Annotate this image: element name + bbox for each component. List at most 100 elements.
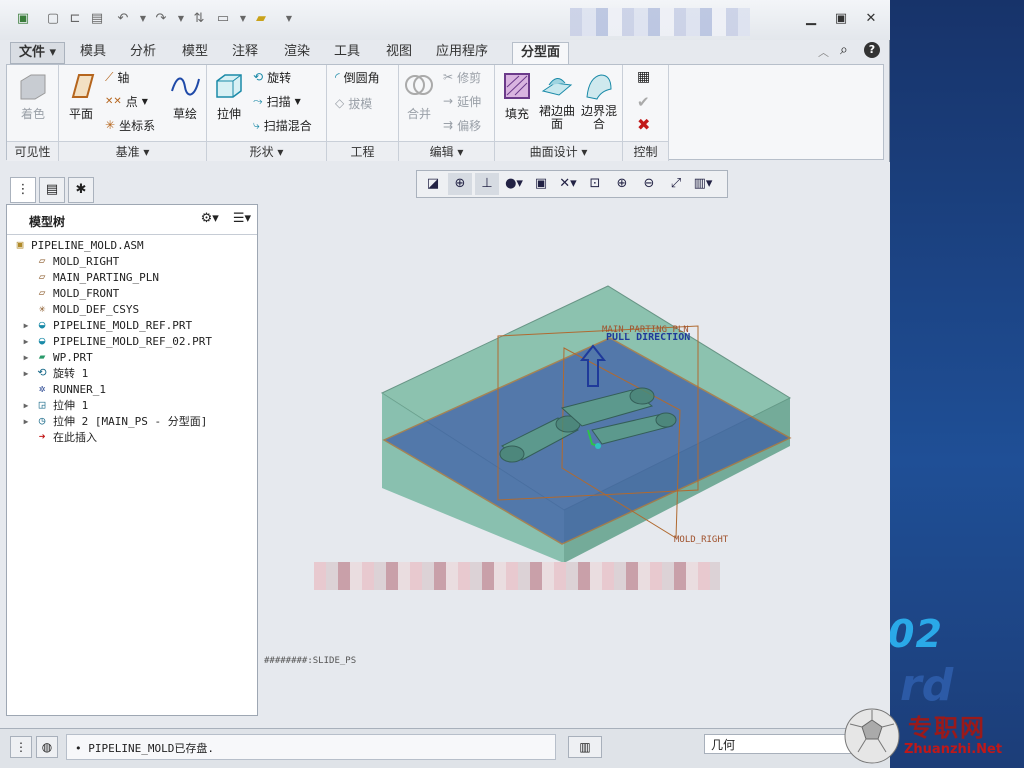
tab-applications[interactable]: 应用程序 <box>428 42 496 64</box>
repaint-icon[interactable]: ◪ <box>421 173 445 195</box>
expand-arrow-icon[interactable]: ▶ <box>21 401 31 410</box>
axis-button[interactable]: ⟋ 轴 <box>105 67 129 87</box>
show-columns-icon[interactable]: ☰▾ <box>233 211 251 226</box>
sweep-button[interactable]: ⤳ 扫描 ▼ <box>253 91 301 111</box>
trim-button[interactable]: ✂ 修剪 <box>443 67 481 87</box>
datum-display-icon[interactable]: ✕▾ <box>556 173 580 195</box>
expand-arrow-icon[interactable]: ▶ <box>21 417 31 426</box>
tab-model[interactable]: 模型 <box>174 42 216 64</box>
browser-toggle-icon[interactable]: ◍ <box>36 736 58 758</box>
tree-item[interactable]: ▣ PIPELINE_MOLD.ASM <box>13 237 144 253</box>
selection-filter[interactable]: 几何 <box>704 734 854 754</box>
customize-icon[interactable]: ▼ <box>280 10 298 28</box>
search-icon[interactable]: ⌕ <box>840 42 848 58</box>
group-editing-label[interactable]: 编辑 ▾ <box>399 141 494 161</box>
tree-item[interactable]: ▶ ◒ PIPELINE_MOLD_REF.PRT <box>21 317 193 333</box>
maximize-icon[interactable]: ▣ <box>832 10 850 28</box>
tree-item[interactable]: ✳ MOLD_DEF_CSYS <box>21 301 139 317</box>
navigator-toggle-icon[interactable]: ⋮ <box>10 736 32 758</box>
group-datum-label[interactable]: 基准 ▾ <box>59 141 206 161</box>
watermark-cn: 专职网 <box>908 714 986 742</box>
ok-icon[interactable]: ✔ <box>637 93 650 111</box>
regenerate-icon[interactable]: ⇅ <box>190 10 208 28</box>
tree-item[interactable]: ▶ ⟲ 旋转 1 <box>21 365 89 381</box>
minimize-ribbon-icon[interactable]: ︿ <box>818 44 829 60</box>
sketch-button[interactable]: 草绘 <box>167 71 203 122</box>
undo-icon[interactable]: ↶ <box>114 10 132 28</box>
draft-button[interactable]: ◇ 拔模 <box>335 93 372 113</box>
offset-button[interactable]: ⇉ 偏移 <box>443 115 481 135</box>
tab-file[interactable]: 文件 ▾ <box>10 42 66 64</box>
swept-blend-button[interactable]: ⤷ 扫描混合 <box>253 115 312 135</box>
fill-button[interactable]: 合并填充 <box>499 71 535 122</box>
zoom-window-icon[interactable]: ⊡ <box>583 173 607 195</box>
tab-annotate[interactable]: 注释 <box>224 42 266 64</box>
sweep-icon: ⤳ <box>253 93 263 108</box>
redo-dropdown-icon[interactable]: ▼ <box>172 10 190 28</box>
plane-button[interactable]: 平面 <box>63 71 99 122</box>
open-icon[interactable]: ⊏ <box>66 10 84 28</box>
expand-arrow-icon[interactable]: ▶ <box>21 353 31 362</box>
close-icon[interactable]: ✕ <box>862 10 880 28</box>
tree-item[interactable]: ▱ MOLD_FRONT <box>21 285 120 301</box>
tree-item[interactable]: ▱ MAIN_PARTING_PLN <box>21 269 159 285</box>
tree-item[interactable]: ▶ ▰ WP.PRT <box>21 349 93 365</box>
save-icon[interactable]: ▤ <box>88 10 106 28</box>
saved-views-icon[interactable]: ▣ <box>529 173 553 195</box>
merge-button[interactable]: 合并 <box>401 71 437 122</box>
properties-icon[interactable]: ▦ <box>637 69 650 85</box>
expand-arrow-icon[interactable]: ▶ <box>21 337 31 346</box>
cancel-icon[interactable]: ✖ <box>637 115 650 134</box>
windows-dropdown-icon[interactable]: ▼ <box>234 10 252 28</box>
help-icon[interactable]: ? <box>864 42 880 58</box>
extend-button[interactable]: → 延伸 <box>443 91 481 111</box>
orient-mode-icon[interactable]: ⊥ <box>475 173 499 195</box>
tab-parting-surface[interactable]: 分型面 <box>512 42 570 64</box>
new-icon[interactable]: ▢ <box>44 10 62 28</box>
group-shapes-label[interactable]: 形状 ▾ <box>207 141 326 161</box>
expand-arrow-icon[interactable]: ▶ <box>21 369 31 378</box>
zoom-out-icon[interactable]: ⊖ <box>637 173 661 195</box>
refit-icon[interactable]: ⤢ <box>664 173 688 195</box>
tab-tools[interactable]: 工具 <box>326 42 368 64</box>
tree-item[interactable]: ▶ ◲ 拉伸 1 <box>21 397 89 413</box>
tab-view[interactable]: 视图 <box>378 42 420 64</box>
tree-settings-icon[interactable]: ⚙▾ <box>201 211 219 226</box>
boundary-blend-button[interactable]: 边界混合 <box>581 71 617 131</box>
offset-icon: ⇉ <box>443 118 454 132</box>
tab-analysis[interactable]: 分析 <box>122 42 164 64</box>
skirt-surface-button[interactable]: 裙边曲面 <box>539 71 575 131</box>
minimize-icon[interactable]: ▁ <box>802 10 820 28</box>
revolve-button[interactable]: ⟲ 旋转 <box>253 67 291 87</box>
zoom-in-icon[interactable]: ⊕ <box>610 173 634 195</box>
favorites-tab-icon[interactable]: ✱ <box>68 177 94 203</box>
tree-item[interactable]: ➜ 在此插入 <box>21 429 97 445</box>
graphics-window[interactable]: MAIN_PARTING_PLN PULL DIRECTION MOLD_RIG… <box>262 168 884 718</box>
round-button[interactable]: ◜ 倒圆角 <box>335 67 380 87</box>
sketch-icon <box>169 71 201 101</box>
spin-center-icon[interactable]: ⊕ <box>448 173 472 195</box>
redo-icon[interactable]: ↷ <box>152 10 170 28</box>
expand-arrow-icon[interactable]: ▶ <box>21 321 31 330</box>
extrude-button[interactable]: 拉伸 <box>211 71 247 122</box>
csys-button[interactable]: ✳ 坐标系 <box>105 115 155 135</box>
point-button[interactable]: ✕✕ 点 ▼ <box>105 91 148 111</box>
find-icon[interactable]: ▥ <box>568 736 602 758</box>
tab-mold[interactable]: 模具 <box>72 42 114 64</box>
tree-item[interactable]: ▶ ◷ 拉伸 2 [MAIN_PS - 分型面] <box>21 413 208 429</box>
shade-button[interactable]: 着色 <box>15 71 51 122</box>
tree-item[interactable]: ▱ MOLD_RIGHT <box>21 253 120 269</box>
display-style-icon[interactable]: ●▾ <box>502 173 526 195</box>
tree-item[interactable]: ✲ RUNNER_1 <box>21 381 106 397</box>
annotation-display-icon[interactable]: ▥▾ <box>691 173 715 195</box>
folder-browser-tab-icon[interactable]: ▤ <box>39 177 65 203</box>
undo-dropdown-icon[interactable]: ▼ <box>134 10 152 28</box>
windows-icon[interactable]: ▭ <box>214 10 232 28</box>
tab-render[interactable]: 渲染 <box>276 42 318 64</box>
group-engineering: ◜ 倒圆角 ◇ 拔模 工程 <box>327 65 399 161</box>
skirt-surface-icon <box>541 71 573 101</box>
model-tree-tab-icon[interactable]: ⋮ <box>10 177 36 203</box>
tree-item[interactable]: ▶ ◒ PIPELINE_MOLD_REF_02.PRT <box>21 333 212 349</box>
close-window-icon[interactable]: ▰ <box>252 10 270 28</box>
group-surface-design-label[interactable]: 曲面设计 ▾ <box>495 141 622 161</box>
